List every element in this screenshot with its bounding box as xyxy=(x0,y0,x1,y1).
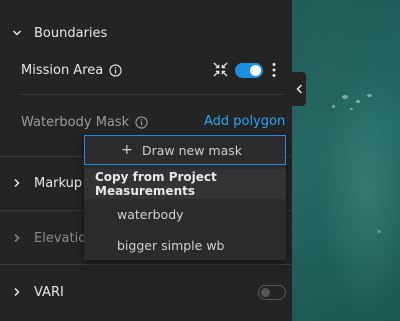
section-title-boundaries: Boundaries xyxy=(34,25,108,41)
more-vertical-icon[interactable] xyxy=(271,62,277,78)
mission-area-toggle[interactable] xyxy=(235,63,263,78)
section-vari[interactable]: VARI xyxy=(0,277,292,307)
info-icon[interactable] xyxy=(109,64,122,77)
mask-source-menu: + Draw new mask Copy from Project Measur… xyxy=(84,135,286,260)
chevron-left-icon xyxy=(295,84,302,94)
copy-from-heading: Copy from Project Measurements xyxy=(84,169,286,199)
collapse-arrows-icon[interactable] xyxy=(213,62,228,77)
draw-new-mask-label: Draw new mask xyxy=(142,142,243,158)
waterbody-mask-label: Waterbody Mask xyxy=(21,115,130,130)
section-title-vari: VARI xyxy=(34,284,64,300)
waterbody-mask-row: Waterbody Mask xyxy=(21,115,148,130)
info-icon[interactable] xyxy=(135,116,148,129)
collapse-panel-button[interactable] xyxy=(292,72,306,106)
chevron-down-icon xyxy=(12,30,22,36)
mission-area-row: Mission Area xyxy=(21,63,122,78)
divider xyxy=(0,264,292,265)
chevron-right-icon xyxy=(14,287,20,297)
section-boundaries[interactable]: Boundaries xyxy=(0,18,292,48)
add-polygon-link[interactable]: Add polygon xyxy=(204,114,285,129)
plus-icon: + xyxy=(121,142,133,158)
layers-panel: Boundaries Mission Area Waterbody Mask A… xyxy=(0,0,292,321)
chevron-right-icon xyxy=(14,178,20,188)
draw-new-mask-option[interactable]: + Draw new mask xyxy=(84,135,286,165)
menu-item-bigger-simple-wb[interactable]: bigger simple wb xyxy=(84,230,286,260)
divider xyxy=(20,94,284,95)
map-view[interactable] xyxy=(292,0,400,321)
vari-toggle[interactable] xyxy=(258,285,286,300)
section-title-markup: Markup xyxy=(34,175,83,191)
menu-item-waterbody[interactable]: waterbody xyxy=(84,199,286,229)
mission-area-label: Mission Area xyxy=(21,63,104,78)
chevron-right-icon xyxy=(14,233,20,243)
